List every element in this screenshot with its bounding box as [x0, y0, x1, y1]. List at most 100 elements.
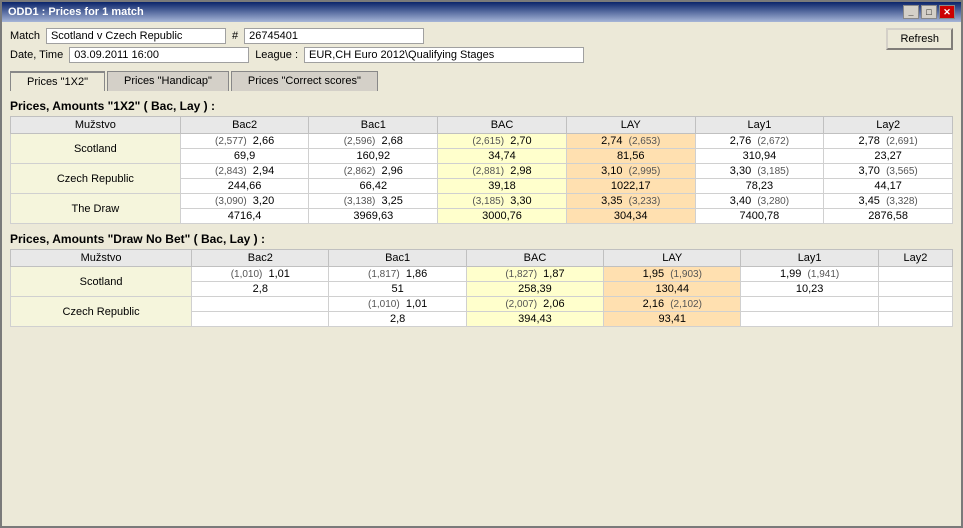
table-row: Scotland (1,010) 1,01 (1,817) 1,86 (1,82…	[11, 267, 953, 282]
team-scotland-dnb: Scotland	[11, 267, 192, 297]
amt-lay1: 7400,78	[695, 209, 824, 224]
amt-lay1: 10,23	[741, 282, 878, 297]
date-row: Date, Time 03.09.2011 16:00 League : EUR…	[10, 47, 584, 63]
cell-lay1: 1,99 (1,941)	[741, 267, 878, 282]
col-bac2-2: Bac2	[192, 250, 329, 267]
main-window: ODD1 : Prices for 1 match _ □ ✕ Match Sc…	[0, 0, 963, 528]
match-value: Scotland v Czech Republic	[46, 28, 226, 44]
team-draw: The Draw	[11, 194, 181, 224]
amt-lay: 93,41	[604, 312, 741, 327]
team-czech: Czech Republic	[11, 164, 181, 194]
cell-bac2: (1,010) 1,01	[192, 267, 329, 282]
col-muzstvo2: Mužstvo	[11, 250, 192, 267]
league-label: League :	[255, 49, 298, 61]
cell-bac-val: (3,185) 3,30	[438, 194, 567, 209]
amt-lay: 81,56	[566, 149, 695, 164]
col-lay1-2: Lay1	[741, 250, 878, 267]
amt-bac2: 2,8	[192, 282, 329, 297]
cell-lay-val: 2,74 (2,653)	[566, 134, 695, 149]
cell-bac1: (1,010) 1,01	[329, 297, 466, 312]
cell-lay-val: 2,16 (2,102)	[604, 297, 741, 312]
cell-bac2: (2,843) 2,94	[180, 164, 309, 179]
header-section: Match Scotland v Czech Republic # 267454…	[10, 28, 953, 63]
amt-lay: 130,44	[604, 282, 741, 297]
cell-lay1: 3,30 (3,185)	[695, 164, 824, 179]
bac2-main: 2,66	[253, 135, 274, 147]
col-lay2-2: Lay2	[878, 250, 952, 267]
tab-bar: Prices "1X2" Prices "Handicap" Prices "C…	[10, 71, 953, 91]
lay2-small: (2,691)	[886, 136, 918, 147]
cell-lay-val: 3,10 (2,995)	[566, 164, 695, 179]
amt-bac: 34,74	[438, 149, 567, 164]
section-1x2: Prices, Amounts "1X2" ( Bac, Lay ) : Muž…	[10, 95, 953, 224]
bac1-main: 2,68	[382, 135, 403, 147]
amt-lay2: 23,27	[824, 149, 953, 164]
match-label: Match	[10, 30, 40, 42]
close-button[interactable]: ✕	[939, 5, 955, 19]
team-scotland: Scotland	[11, 134, 181, 164]
cell-bac1: (3,138) 3,25	[309, 194, 438, 209]
col-bac2: Bac2	[180, 117, 309, 134]
tab-handicap[interactable]: Prices "Handicap"	[107, 71, 229, 91]
title-bar: ODD1 : Prices for 1 match _ □ ✕	[2, 2, 961, 22]
match-row: Match Scotland v Czech Republic # 267454…	[10, 28, 584, 44]
amt-lay: 1022,17	[566, 179, 695, 194]
cell-bac1: (2,862) 2,96	[309, 164, 438, 179]
lay1-main: 2,76	[730, 135, 751, 147]
cell-lay-val: 3,35 (3,233)	[566, 194, 695, 209]
col-lay2: Lay2	[824, 117, 953, 134]
col-bac1: Bac1	[309, 117, 438, 134]
table1-title: Prices, Amounts "1X2" ( Bac, Lay ) :	[10, 99, 953, 113]
cell-lay1	[741, 297, 878, 312]
tab-1x2[interactable]: Prices "1X2"	[10, 71, 105, 91]
amt-bac2	[192, 312, 329, 327]
cell-bac1: (2,596) 2,68	[309, 134, 438, 149]
cell-lay-val: 1,95 (1,903)	[604, 267, 741, 282]
cell-bac-val: (1,827) 1,87	[466, 267, 603, 282]
table1: Mužstvo Bac2 Bac1 BAC LAY Lay1 Lay2 Scot…	[10, 116, 953, 224]
section-dnb: Prices, Amounts "Draw No Bet" ( Bac, Lay…	[10, 228, 953, 327]
maximize-button[interactable]: □	[921, 5, 937, 19]
team-czech-dnb: Czech Republic	[11, 297, 192, 327]
league-value: EUR,CH Euro 2012\Qualifying Stages	[304, 47, 584, 63]
cell-bac2: (2,577) 2,66	[180, 134, 309, 149]
info-left: Match Scotland v Czech Republic # 267454…	[10, 28, 584, 63]
amt-bac: 258,39	[466, 282, 603, 297]
window-content: Match Scotland v Czech Republic # 267454…	[2, 22, 961, 526]
amt-bac1: 2,8	[329, 312, 466, 327]
amt-lay2: 2876,58	[824, 209, 953, 224]
table-row: Scotland (2,577) 2,66 (2,596) 2,68 (2,61…	[11, 134, 953, 149]
amt-bac: 3000,76	[438, 209, 567, 224]
match-id: 26745401	[244, 28, 424, 44]
col-lay: LAY	[566, 117, 695, 134]
cell-bac-val: (2,881) 2,98	[438, 164, 567, 179]
lay-small: (2,653)	[629, 136, 661, 147]
amt-lay2	[878, 282, 952, 297]
cell-lay2	[878, 297, 952, 312]
amt-lay1	[741, 312, 878, 327]
col-bac: BAC	[438, 117, 567, 134]
cell-bac1: (1,817) 1,86	[329, 267, 466, 282]
amt-bac1: 160,92	[309, 149, 438, 164]
cell-lay1: 2,76 (2,672)	[695, 134, 824, 149]
date-label: Date, Time	[10, 49, 63, 61]
lay1-small: (2,672)	[757, 136, 789, 147]
col-lay-2: LAY	[604, 250, 741, 267]
amt-lay2	[878, 312, 952, 327]
col-bac-2: BAC	[466, 250, 603, 267]
tab-correct-scores[interactable]: Prices "Correct scores"	[231, 71, 378, 91]
cell-lay2: 3,45 (3,328)	[824, 194, 953, 209]
amt-lay: 304,34	[566, 209, 695, 224]
cell-bac2	[192, 297, 329, 312]
amt-bac1: 66,42	[309, 179, 438, 194]
col-lay1: Lay1	[695, 117, 824, 134]
window-title: ODD1 : Prices for 1 match	[8, 6, 144, 18]
table-row: Czech Republic (2,843) 2,94 (2,862) 2,96…	[11, 164, 953, 179]
cell-lay2	[878, 267, 952, 282]
cell-bac-val: (2,007) 2,06	[466, 297, 603, 312]
match-id-label: #	[232, 30, 238, 42]
cell-bac-val: (2,615) 2,70	[438, 134, 567, 149]
minimize-button[interactable]: _	[903, 5, 919, 19]
refresh-button[interactable]: Refresh	[886, 28, 953, 50]
amt-bac: 39,18	[438, 179, 567, 194]
